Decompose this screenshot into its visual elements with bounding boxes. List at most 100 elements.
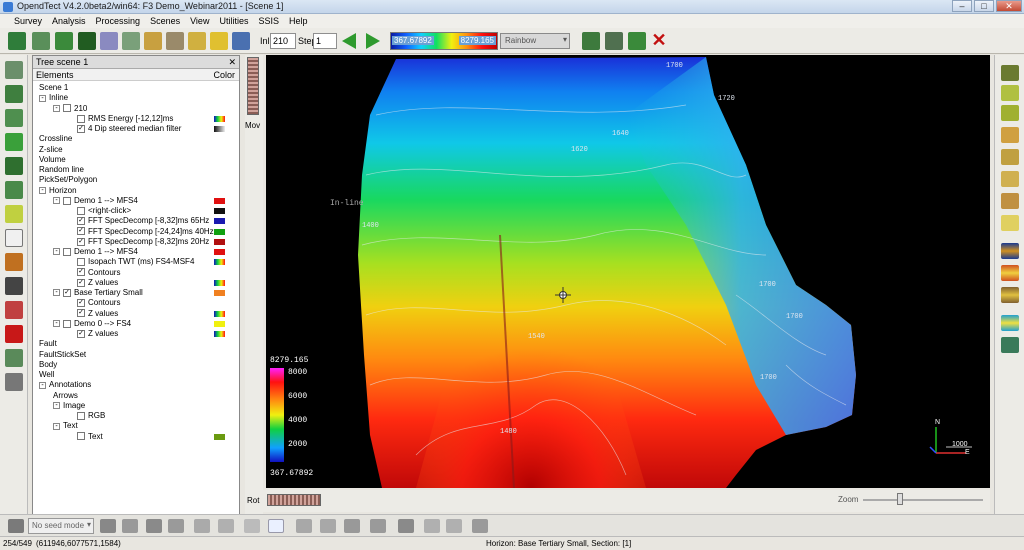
undo-icon[interactable]	[424, 519, 440, 533]
visibility-checkbox[interactable]: ✓	[63, 288, 71, 297]
tree-item[interactable]: ✓ Contours	[67, 268, 120, 278]
color-swatch[interactable]	[214, 279, 225, 286]
crossplot-icon[interactable]	[100, 32, 118, 50]
expand-toggle-icon[interactable]: -	[53, 248, 60, 256]
zoom-slider-track[interactable]	[863, 499, 983, 501]
tree-item[interactable]: - Demo 1 --> MFS4	[53, 247, 138, 257]
color-swatch[interactable]	[214, 290, 225, 296]
menu-scenes[interactable]: Scenes	[150, 16, 180, 26]
volume-icon[interactable]	[78, 32, 96, 50]
tree-item[interactable]: ✓ FFT SpecDecomp [-8,32]ms 20Hz	[67, 237, 209, 247]
tracking-tools-icon[interactable]	[8, 519, 24, 533]
color-swatch[interactable]	[214, 115, 225, 122]
color-swatch[interactable]	[214, 126, 225, 132]
tree-item[interactable]: - Horizon	[39, 186, 77, 196]
expand-toggle-icon[interactable]: -	[53, 402, 60, 410]
expand-toggle-icon[interactable]: -	[53, 289, 60, 297]
tree-item[interactable]: Body	[39, 360, 57, 370]
lock-icon[interactable]	[628, 32, 646, 50]
cut-icon[interactable]	[146, 519, 162, 533]
menu-analysis[interactable]: Analysis	[52, 16, 86, 26]
tree-close-icon[interactable]: ✕	[228, 57, 236, 68]
tree-item[interactable]: Arrows	[53, 391, 78, 401]
redo-icon[interactable]	[446, 519, 462, 533]
plane-icon[interactable]	[5, 157, 23, 175]
align-icon[interactable]	[5, 133, 23, 151]
color-swatch[interactable]	[214, 259, 225, 266]
annotation-icon[interactable]	[232, 32, 250, 50]
previous-slice-arrow-icon[interactable]	[342, 33, 356, 49]
move-wheel[interactable]	[247, 57, 259, 115]
settings-icon[interactable]	[605, 32, 623, 50]
visibility-checkbox[interactable]: ✓	[77, 309, 85, 318]
link-icon[interactable]	[168, 519, 184, 533]
tree-item[interactable]: PickSet/Polygon	[39, 175, 97, 185]
seed-mode-select[interactable]: No seed mode	[28, 518, 94, 534]
color-swatch[interactable]	[214, 208, 225, 214]
visibility-checkbox[interactable]: ✓	[77, 278, 85, 287]
tree-item[interactable]: Fault	[39, 339, 57, 349]
settings-gear-icon[interactable]	[398, 519, 414, 533]
info-icon[interactable]	[5, 373, 23, 391]
3d-icon[interactable]	[55, 32, 73, 50]
visibility-checkbox[interactable]	[63, 319, 71, 328]
minimize-button[interactable]: –	[952, 0, 972, 12]
cube-icon[interactable]	[1001, 315, 1019, 331]
tree-item[interactable]: - Text	[53, 421, 78, 431]
step-input[interactable]: 1	[313, 33, 337, 49]
colormap-select[interactable]: Rainbow	[500, 33, 570, 49]
scale-icon[interactable]	[5, 349, 23, 367]
layer-color-icon[interactable]	[1001, 265, 1019, 281]
zslice-icon[interactable]	[1001, 105, 1019, 121]
tree-item[interactable]: ✓ 4 Dip steered median filter	[67, 124, 181, 134]
tree-item[interactable]: ✓ FFT SpecDecomp [-8,32]ms 65Hz	[67, 216, 209, 226]
visibility-checkbox[interactable]	[77, 206, 85, 215]
visibility-checkbox[interactable]	[77, 411, 85, 420]
visibility-checkbox[interactable]: ✓	[77, 217, 85, 226]
well-icon[interactable]	[122, 32, 140, 50]
layer-grid-icon[interactable]	[1001, 287, 1019, 303]
color-swatch[interactable]	[214, 218, 225, 225]
save-icon[interactable]	[472, 519, 488, 533]
camera-view-icon[interactable]	[5, 181, 23, 199]
draw-icon[interactable]	[5, 205, 23, 223]
tree-item[interactable]: Scene 1	[39, 83, 68, 93]
snapshot-icon[interactable]	[5, 277, 23, 295]
pick-icon[interactable]	[5, 229, 23, 247]
track-icon[interactable]	[122, 519, 138, 533]
tree-item[interactable]: ✓ Z values	[67, 309, 118, 319]
visibility-checkbox[interactable]	[77, 258, 85, 267]
tree-item[interactable]: Text	[67, 432, 103, 442]
tree-item[interactable]: - 210	[53, 104, 87, 114]
tree-item[interactable]: - Demo 1 --> MFS4	[53, 196, 138, 206]
color-swatch[interactable]	[214, 228, 225, 235]
seed-icon[interactable]	[100, 519, 116, 533]
forward-icon[interactable]	[320, 519, 336, 533]
survey-icon[interactable]	[8, 32, 26, 50]
viewer-icon[interactable]	[5, 301, 23, 319]
visibility-checkbox[interactable]: ✓	[77, 268, 85, 277]
fault-icon[interactable]	[1001, 193, 1019, 209]
tree-item[interactable]: ✓ Z values	[67, 278, 118, 288]
trash-icon[interactable]	[344, 519, 360, 533]
visibility-checkbox[interactable]: ✓	[77, 237, 85, 246]
horizon-icon[interactable]	[1001, 171, 1019, 187]
tree-item[interactable]: ✓ Contours	[67, 298, 120, 308]
menu-ssis[interactable]: SSIS	[258, 16, 279, 26]
visibility-checkbox[interactable]: ✓	[77, 124, 85, 133]
cross-icon[interactable]	[5, 325, 23, 343]
color-swatch[interactable]	[214, 249, 225, 255]
tree-item[interactable]: - Image	[53, 401, 85, 411]
color-swatch[interactable]	[214, 310, 225, 317]
tree-item[interactable]: - Demo 0 --> FS4	[53, 319, 131, 329]
view-all-icon[interactable]	[5, 109, 23, 127]
color-swatch[interactable]	[214, 320, 225, 327]
crossline-icon[interactable]	[1001, 85, 1019, 101]
z-stretch-icon[interactable]	[5, 253, 23, 271]
menu-help[interactable]: Help	[289, 16, 308, 26]
volume-view-icon[interactable]	[1001, 127, 1019, 143]
menu-survey[interactable]: Survey	[14, 16, 42, 26]
tree-item[interactable]: RMS Energy [-12,12]ms	[67, 114, 173, 124]
tree-item[interactable]: Crossline	[39, 134, 72, 144]
tree-item[interactable]: - Annotations	[39, 380, 91, 390]
